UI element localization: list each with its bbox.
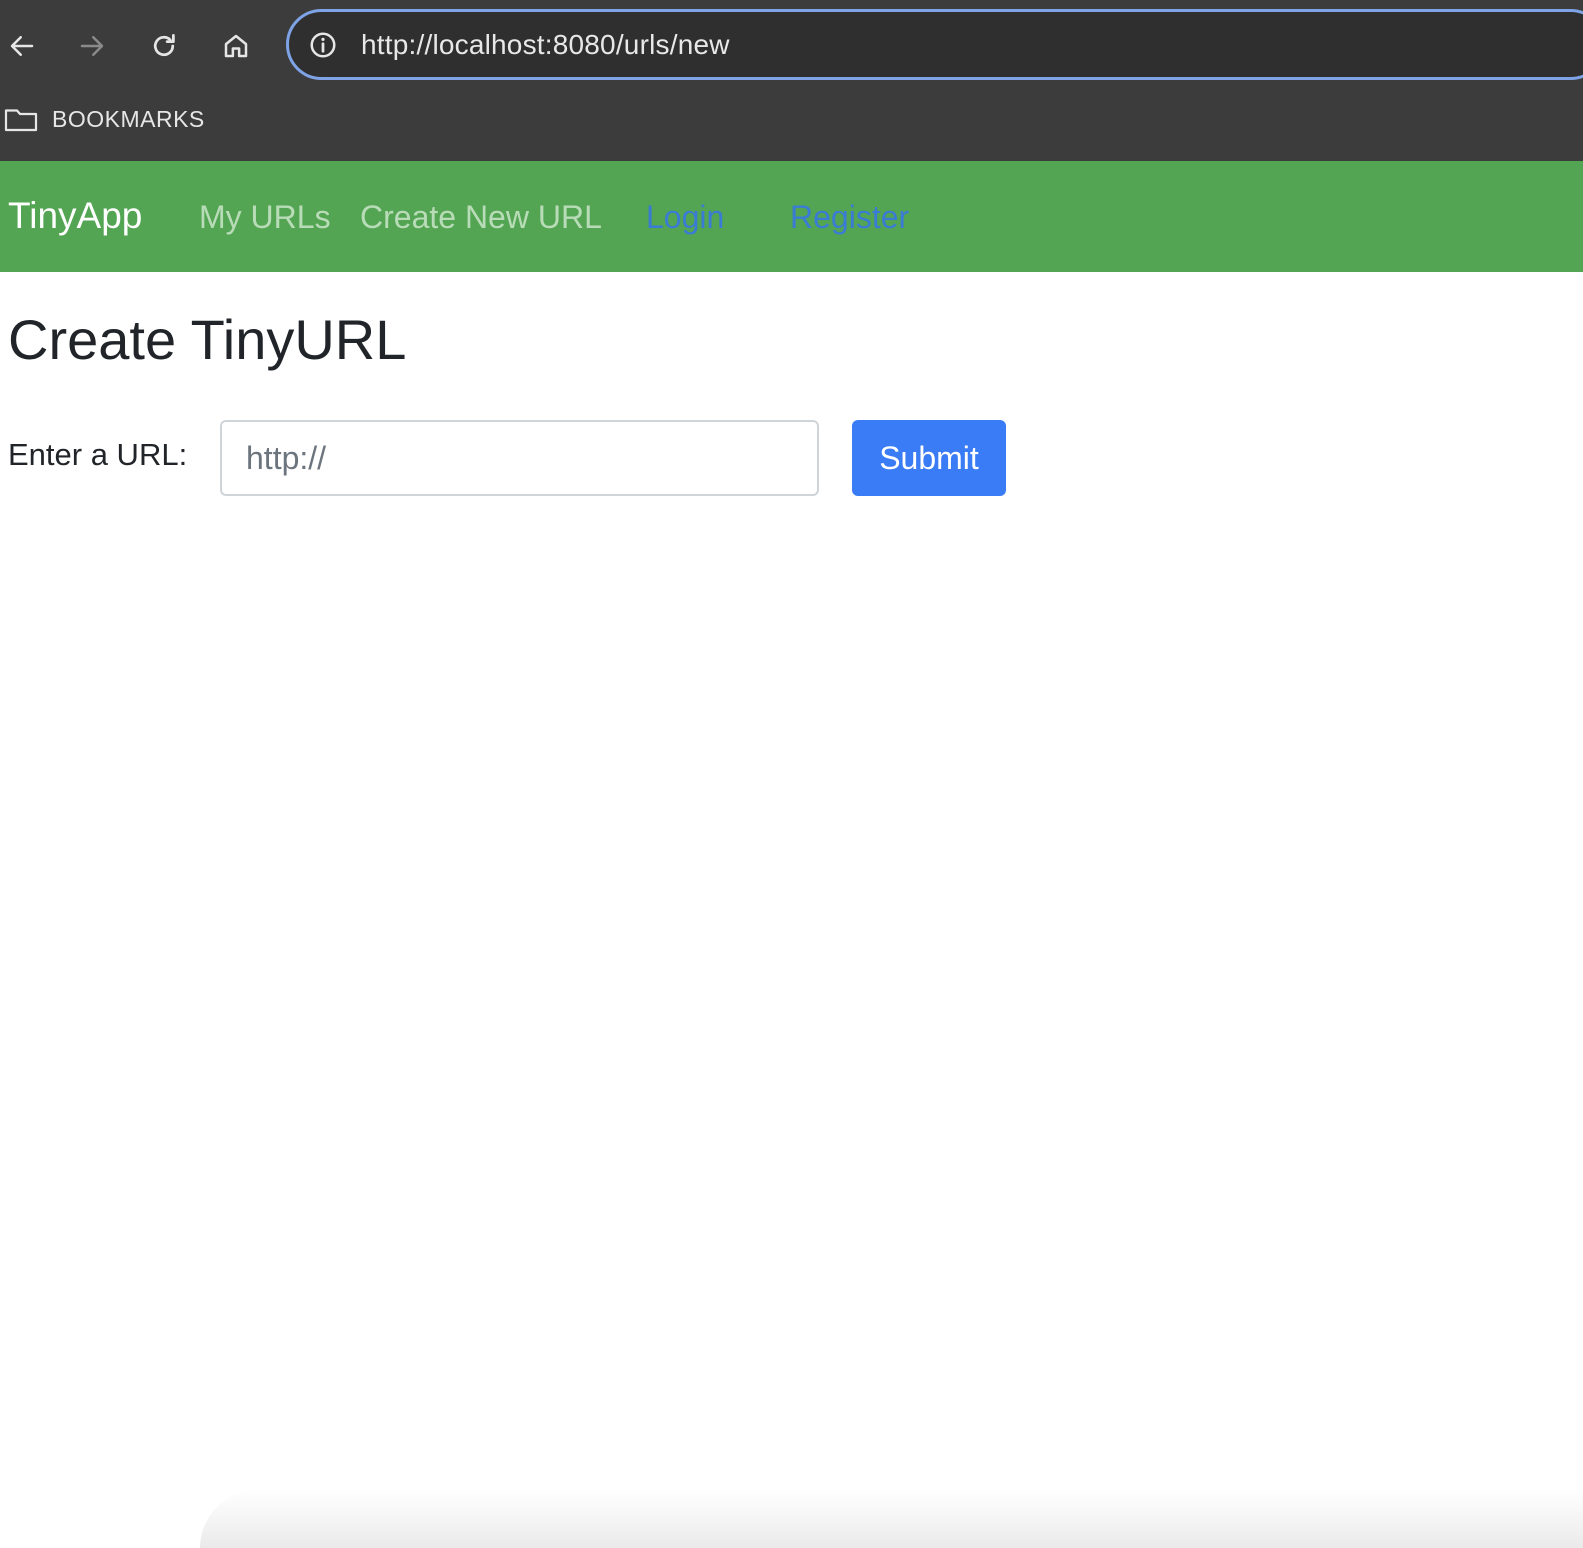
- nav-my-urls-link[interactable]: My URLs: [199, 199, 331, 235]
- folder-icon[interactable]: [4, 105, 38, 133]
- window-edge-shadow: [200, 1490, 1583, 1548]
- submit-button[interactable]: Submit: [852, 420, 1006, 496]
- home-button[interactable]: [214, 24, 258, 68]
- url-field-label: Enter a URL:: [8, 437, 188, 472]
- reload-icon: [153, 34, 175, 57]
- forward-button[interactable]: [70, 24, 114, 68]
- home-icon: [224, 34, 248, 58]
- brand-link[interactable]: TinyApp: [8, 195, 142, 237]
- url-input[interactable]: [220, 420, 819, 496]
- nav-register-link[interactable]: Register: [790, 199, 909, 235]
- nav-create-new-url-link[interactable]: Create New URL: [360, 199, 602, 235]
- page-title: Create TinyURL: [8, 308, 407, 371]
- bookmarks-bar: BOOKMARKS: [0, 98, 205, 140]
- reload-button[interactable]: [142, 24, 186, 68]
- bookmarks-folder-label[interactable]: BOOKMARKS: [52, 106, 205, 133]
- info-circle-icon: [310, 32, 336, 57]
- browser-toolbar: http://localhost:8080/urls/new BOOKMARKS: [0, 0, 1583, 161]
- app-navbar: TinyApp My URLs Create New URL Login Reg…: [0, 161, 1583, 272]
- nav-login-link[interactable]: Login: [646, 199, 724, 235]
- site-info-button[interactable]: [307, 29, 339, 61]
- address-text[interactable]: http://localhost:8080/urls/new: [361, 29, 730, 61]
- address-bar[interactable]: http://localhost:8080/urls/new: [286, 9, 1583, 80]
- back-button[interactable]: [0, 24, 44, 68]
- arrow-left-icon: [10, 36, 34, 56]
- arrow-right-icon: [80, 36, 104, 56]
